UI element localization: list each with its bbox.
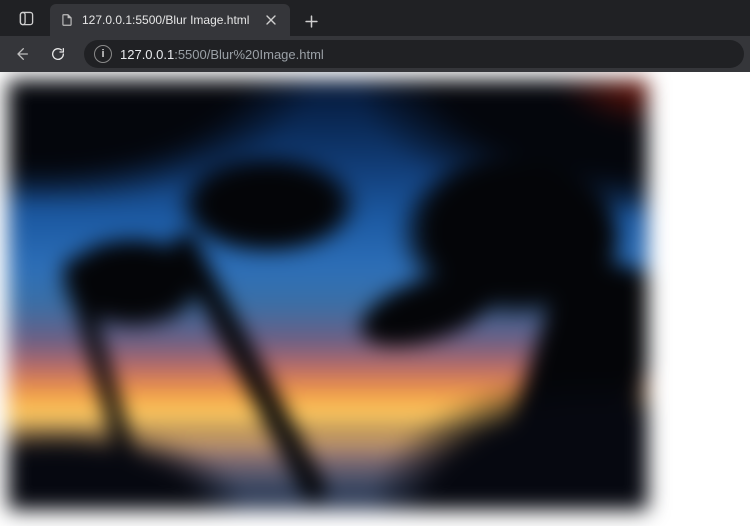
sunset-scene — [8, 80, 648, 510]
toolbar: i 127.0.0.1:5500/Blur%20Image.html — [0, 36, 750, 72]
browser-tab[interactable]: 127.0.0.1:5500/Blur Image.html — [50, 4, 290, 36]
new-tab-button[interactable] — [296, 6, 326, 36]
tab-actions-button[interactable] — [8, 0, 44, 36]
plus-icon — [305, 15, 318, 28]
tab-strip: 127.0.0.1:5500/Blur Image.html — [0, 0, 750, 36]
arrow-left-icon — [14, 46, 30, 62]
tab-title: 127.0.0.1:5500/Blur Image.html — [82, 13, 254, 27]
blurred-image — [8, 80, 648, 510]
browser-chrome: 127.0.0.1:5500/Blur Image.html i 127.0.0… — [0, 0, 750, 72]
refresh-button[interactable] — [42, 38, 74, 70]
site-info-icon[interactable]: i — [94, 45, 112, 63]
address-bar[interactable]: i 127.0.0.1:5500/Blur%20Image.html — [84, 40, 744, 68]
tab-actions-icon — [19, 11, 34, 26]
file-icon — [60, 13, 74, 27]
close-icon — [266, 15, 276, 25]
tab-close-button[interactable] — [262, 11, 280, 29]
url-text: 127.0.0.1:5500/Blur%20Image.html — [120, 47, 324, 62]
page-viewport — [0, 72, 750, 526]
url-host: 127.0.0.1 — [120, 47, 174, 62]
url-path: :5500/Blur%20Image.html — [174, 47, 324, 62]
back-button[interactable] — [6, 38, 38, 70]
refresh-icon — [50, 46, 66, 62]
